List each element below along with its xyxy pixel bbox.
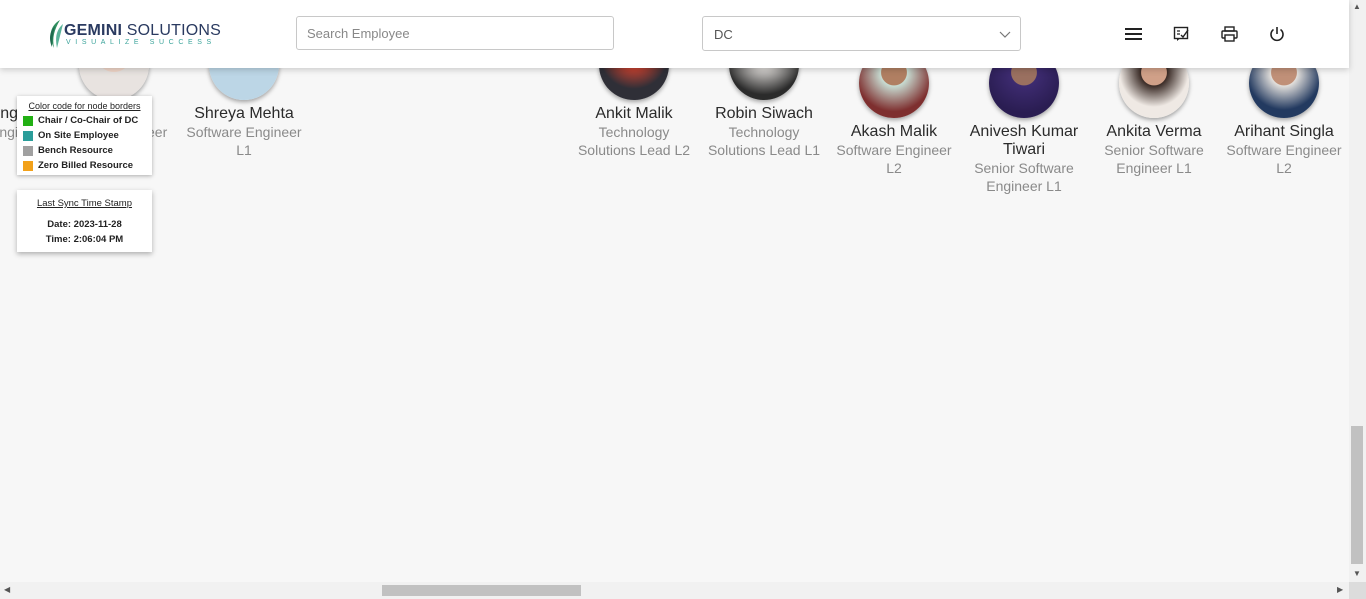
employee-name: Ankit Malik bbox=[595, 105, 673, 122]
department-select[interactable]: DC bbox=[702, 16, 1021, 51]
chevron-down-icon bbox=[999, 31, 1011, 38]
border-color-legend: Color code for node borders Chair / Co-C… bbox=[17, 96, 152, 175]
legend-label: Bench Resource bbox=[38, 145, 113, 156]
employee-role: Technology Solutions Lead L2 bbox=[577, 124, 691, 158]
employee-name: Anivesh Kumar Tiwari bbox=[969, 123, 1079, 158]
horizontal-scroll-thumb[interactable] bbox=[382, 585, 581, 596]
vertical-scroll-thumb[interactable] bbox=[1351, 426, 1363, 564]
leaf-icon bbox=[50, 20, 63, 48]
legend-item: Chair / Co-Chair of DC bbox=[23, 115, 152, 126]
scroll-up-icon[interactable]: ▲ bbox=[1353, 2, 1361, 11]
horizontal-scrollbar[interactable]: ◀ ▶ bbox=[0, 582, 1349, 599]
scroll-down-icon[interactable]: ▼ bbox=[1353, 569, 1361, 578]
print-icon[interactable] bbox=[1219, 24, 1239, 44]
legend-label: Zero Billed Resource bbox=[38, 160, 134, 171]
employee-role: Software Engineer L2 bbox=[1226, 142, 1342, 176]
legend-item: On Site Employee bbox=[23, 130, 152, 141]
search-employee-input[interactable] bbox=[296, 16, 614, 50]
employee-name: Ankita Verma bbox=[1106, 123, 1202, 140]
legend-item: Bench Resource bbox=[23, 145, 152, 156]
vertical-scrollbar[interactable]: ▲ ▼ bbox=[1349, 0, 1366, 582]
last-sync-box: Last Sync Time Stamp Date: 2023-11-28 Ti… bbox=[17, 190, 152, 252]
scrollbar-corner bbox=[1349, 582, 1366, 599]
legend-label: Chair / Co-Chair of DC bbox=[38, 115, 139, 126]
legend-swatch bbox=[23, 145, 33, 156]
logo-tagline: VISUALIZE SUCCESS bbox=[66, 39, 216, 46]
department-select-value: DC bbox=[714, 27, 733, 42]
scroll-left-icon[interactable]: ◀ bbox=[4, 585, 10, 594]
sync-title: Last Sync Time Stamp bbox=[36, 198, 133, 209]
scroll-right-icon[interactable]: ▶ bbox=[1337, 585, 1343, 594]
employee-name: Akash Malik bbox=[850, 123, 938, 140]
employee-role: Software Engineer L1 bbox=[186, 124, 302, 158]
employee-role: Technology Solutions Lead L1 bbox=[707, 124, 821, 158]
org-chart-app: ng ngi a eer Shreya Mehta Software Engin… bbox=[0, 0, 1366, 599]
checklist-icon[interactable] bbox=[1171, 24, 1191, 44]
employee-role: Software Engineer L2 bbox=[836, 142, 952, 176]
employee-role: ngi bbox=[0, 124, 18, 140]
legend-swatch bbox=[23, 160, 33, 171]
power-icon[interactable] bbox=[1267, 24, 1287, 44]
legend-swatch bbox=[23, 115, 33, 126]
employee-name: ng bbox=[0, 105, 18, 122]
legend-swatch bbox=[23, 130, 33, 141]
sync-date: Date: 2023-11-28 bbox=[47, 219, 122, 230]
sync-time: Time: 2:06:04 PM bbox=[45, 234, 124, 245]
employee-name: Shreya Mehta bbox=[194, 105, 294, 122]
legend-title: Color code for node borders bbox=[28, 101, 141, 111]
logo-brand: GEMINI SOLUTIONS bbox=[64, 22, 221, 39]
employee-name: Arihant Singla bbox=[1234, 123, 1334, 140]
top-header: GEMINI SOLUTIONS VISUALIZE SUCCESS DC bbox=[0, 0, 1349, 68]
company-logo[interactable]: GEMINI SOLUTIONS VISUALIZE SUCCESS bbox=[46, 17, 221, 51]
employee-name: Robin Siwach bbox=[715, 105, 813, 122]
legend-label: On Site Employee bbox=[38, 130, 119, 141]
menu-icon[interactable] bbox=[1123, 24, 1143, 44]
employee-node[interactable]: Anivesh Kumar Tiwari Senior Software Eng… bbox=[959, 48, 1089, 195]
employee-role: Senior Software Engineer L1 bbox=[1104, 142, 1204, 176]
legend-item: Zero Billed Resource bbox=[23, 160, 152, 171]
employee-role: Senior Software Engineer L1 bbox=[974, 160, 1074, 194]
